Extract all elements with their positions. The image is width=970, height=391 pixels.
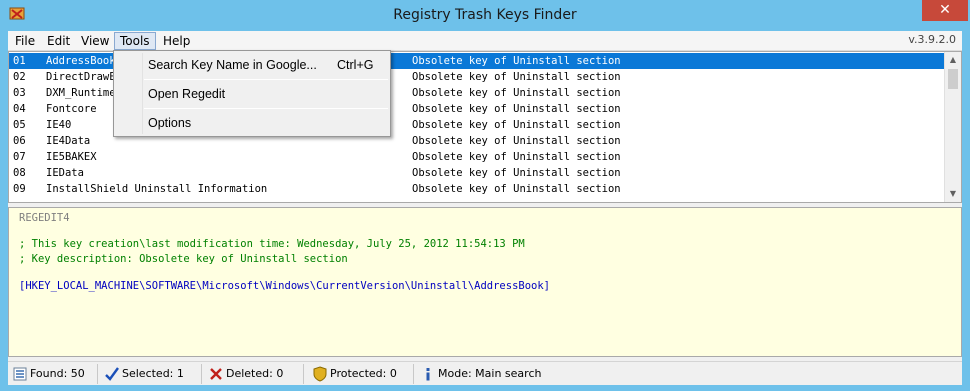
row-key-name: Fontcore xyxy=(46,103,97,115)
row-number: 06 xyxy=(13,135,26,147)
found-list-icon xyxy=(13,367,27,381)
row-description: Obsolete key of Uninstall section xyxy=(412,151,621,163)
menu-file[interactable]: File xyxy=(10,32,40,50)
menu-item-search-google[interactable]: Search Key Name in Google... Ctrl+G xyxy=(116,53,388,77)
scroll-up-arrow-icon[interactable]: ▲ xyxy=(945,52,961,68)
row-key-name: InstallShield Uninstall Information xyxy=(46,183,268,195)
version-label: v.3.9.2.0 xyxy=(908,33,956,46)
row-number: 09 xyxy=(13,183,26,195)
shield-icon xyxy=(313,366,327,382)
menu-tools[interactable]: Tools xyxy=(114,32,156,50)
menu-item-open-regedit[interactable]: Open Regedit xyxy=(116,82,388,106)
row-number: 03 xyxy=(13,87,26,99)
menu-view[interactable]: View xyxy=(76,32,114,50)
menu-item-label: Options xyxy=(148,116,192,130)
list-row[interactable]: 07 IE5BAKEX Obsolete key of Uninstall se… xyxy=(9,149,944,165)
row-key-name: AddressBook xyxy=(46,55,116,67)
regedit-header: REGEDIT4 xyxy=(19,212,70,224)
menu-item-options[interactable]: Options xyxy=(116,111,388,135)
status-protected: Protected: 0 xyxy=(310,364,414,384)
row-number: 01 xyxy=(13,55,26,67)
list-scrollbar[interactable]: ▲ ▼ xyxy=(944,52,961,202)
menu-separator xyxy=(144,108,388,109)
menu-help[interactable]: Help xyxy=(158,32,195,50)
menu-edit[interactable]: Edit xyxy=(42,32,75,50)
description-comment: ; Key description: Obsolete key of Unins… xyxy=(19,253,348,265)
status-mode: Mode: Main search xyxy=(418,364,568,384)
row-number: 08 xyxy=(13,167,26,179)
row-description: Obsolete key of Uninstall section xyxy=(412,55,621,67)
client-area: File Edit View Tools Help v.3.9.2.0 01 A… xyxy=(8,31,962,385)
title-bar: Registry Trash Keys Finder ✕ xyxy=(0,0,970,31)
row-key-name: IE40 xyxy=(46,119,72,131)
menu-item-shortcut: Ctrl+G xyxy=(337,58,374,72)
key-details-panel[interactable]: REGEDIT4 ; This key creation\last modifi… xyxy=(8,207,962,357)
menu-bar: File Edit View Tools Help v.3.9.2.0 xyxy=(8,31,962,51)
row-number: 04 xyxy=(13,103,26,115)
info-icon xyxy=(426,368,430,381)
list-row[interactable]: 09 InstallShield Uninstall Information O… xyxy=(9,181,944,197)
checkmark-icon xyxy=(105,367,119,381)
status-found: Found: 50 xyxy=(10,364,98,384)
status-bar: Found: 50 Selected: 1 Deleted: 0 Protect… xyxy=(8,361,962,385)
protected-count: Protected: 0 xyxy=(330,367,397,380)
row-description: Obsolete key of Uninstall section xyxy=(412,135,621,147)
time-comment: ; This key creation\last modification ti… xyxy=(19,238,525,250)
scroll-thumb[interactable] xyxy=(948,69,958,89)
delete-x-icon xyxy=(210,368,222,380)
row-number: 07 xyxy=(13,151,26,163)
row-description: Obsolete key of Uninstall section xyxy=(412,183,621,195)
registry-key-path: [HKEY_LOCAL_MACHINE\SOFTWARE\Microsoft\W… xyxy=(19,280,551,292)
row-description: Obsolete key of Uninstall section xyxy=(412,119,621,131)
tools-dropdown-menu: Search Key Name in Google... Ctrl+G Open… xyxy=(113,50,391,137)
menu-separator xyxy=(144,79,388,80)
row-description: Obsolete key of Uninstall section xyxy=(412,103,621,115)
found-count: Found: 50 xyxy=(30,367,85,380)
row-key-name: IE5BAKEX xyxy=(46,151,97,163)
mode-text: Mode: Main search xyxy=(438,367,542,380)
selected-count: Selected: 1 xyxy=(122,367,184,380)
row-key-name: DirectDrawEx xyxy=(46,71,122,83)
row-key-name: DXM_Runtime xyxy=(46,87,116,99)
window-title: Registry Trash Keys Finder xyxy=(393,7,577,23)
row-description: Obsolete key of Uninstall section xyxy=(412,167,621,179)
row-description: Obsolete key of Uninstall section xyxy=(412,71,621,83)
row-key-name: IEData xyxy=(46,167,84,179)
menu-item-label: Open Regedit xyxy=(148,87,226,101)
row-number: 05 xyxy=(13,119,26,131)
status-selected: Selected: 1 xyxy=(102,364,202,384)
row-description: Obsolete key of Uninstall section xyxy=(412,87,621,99)
list-row[interactable]: 08 IEData Obsolete key of Uninstall sect… xyxy=(9,165,944,181)
deleted-count: Deleted: 0 xyxy=(226,367,284,380)
close-button[interactable]: ✕ xyxy=(922,0,968,21)
scroll-down-arrow-icon[interactable]: ▼ xyxy=(945,186,961,202)
row-key-name: IE4Data xyxy=(46,135,91,147)
row-number: 02 xyxy=(13,71,26,83)
status-deleted: Deleted: 0 xyxy=(206,364,304,384)
menu-item-label: Search Key Name in Google... xyxy=(148,58,317,72)
